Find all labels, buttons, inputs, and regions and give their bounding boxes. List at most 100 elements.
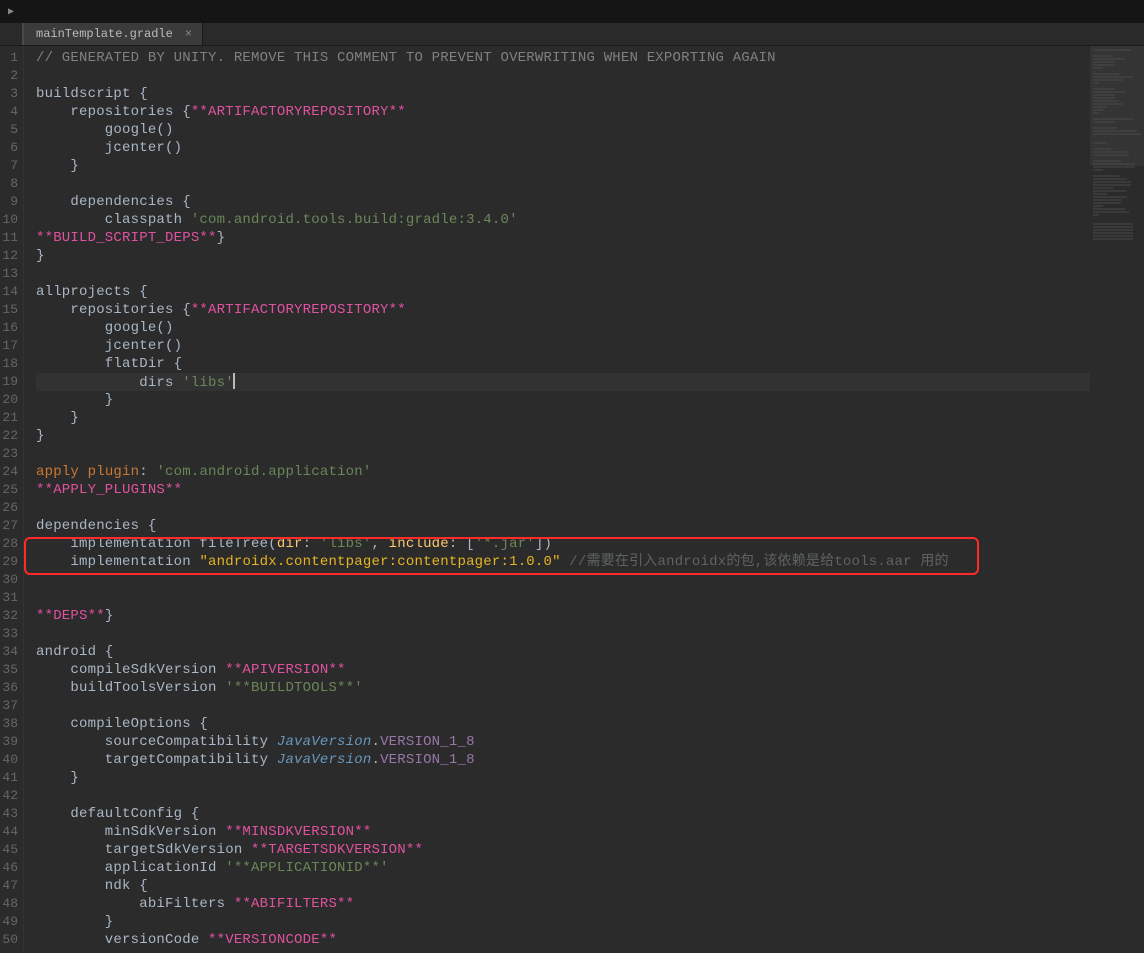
code-line: google() xyxy=(36,121,1090,139)
minimap-line xyxy=(1093,112,1099,114)
line-number: 10 xyxy=(0,211,23,229)
code-line: defaultConfig { xyxy=(36,805,1090,823)
code-line: } xyxy=(36,391,1090,409)
minimap-line xyxy=(1093,73,1119,75)
line-number: 18 xyxy=(0,355,23,373)
tab-label: mainTemplate.gradle xyxy=(36,27,173,41)
line-number: 15 xyxy=(0,301,23,319)
code-line: // GENERATED BY UNITY. REMOVE THIS COMME… xyxy=(36,49,1090,67)
minimap-line xyxy=(1093,130,1137,132)
code-line: } xyxy=(36,247,1090,265)
line-number: 47 xyxy=(0,877,23,895)
code-line: allprojects { xyxy=(36,283,1090,301)
code-line: flatDir { xyxy=(36,355,1090,373)
code-line: android { xyxy=(36,643,1090,661)
line-number: 4 xyxy=(0,103,23,121)
code-line: implementation fileTree(dir: 'libs', inc… xyxy=(36,535,1090,553)
minimap-line xyxy=(1093,229,1133,231)
code-line: apply plugin: 'com.android.application' xyxy=(36,463,1090,481)
code-line: } xyxy=(36,913,1090,931)
minimap-line xyxy=(1093,97,1115,99)
minimap-line xyxy=(1093,232,1133,234)
code-line xyxy=(36,445,1090,463)
line-number: 16 xyxy=(0,319,23,337)
line-number: 28 xyxy=(0,535,23,553)
code-line: } xyxy=(36,427,1090,445)
line-number: 44 xyxy=(0,823,23,841)
code-line xyxy=(36,499,1090,517)
minimap-line xyxy=(1093,238,1133,240)
line-number: 39 xyxy=(0,733,23,751)
code-line xyxy=(36,787,1090,805)
minimap-line xyxy=(1093,235,1133,237)
code-line: implementation "androidx.contentpager:co… xyxy=(36,553,1090,571)
minimap-line xyxy=(1093,190,1127,192)
line-number: 43 xyxy=(0,805,23,823)
code-line: google() xyxy=(36,319,1090,337)
line-number: 38 xyxy=(0,715,23,733)
minimap-line xyxy=(1093,151,1127,153)
line-number: 46 xyxy=(0,859,23,877)
line-number: 35 xyxy=(0,661,23,679)
minimap-line xyxy=(1093,205,1103,207)
code-minimap[interactable] xyxy=(1090,46,1144,953)
line-number: 20 xyxy=(0,391,23,409)
minimap-line xyxy=(1093,181,1131,183)
code-line: jcenter() xyxy=(36,337,1090,355)
minimap-line xyxy=(1093,163,1135,165)
code-line: } xyxy=(36,769,1090,787)
minimap-line xyxy=(1093,64,1115,66)
tab-bar: mainTemplate.gradle × xyxy=(0,23,1144,46)
code-line: dependencies { xyxy=(36,193,1090,211)
line-gutter: 1234567891011121314151617181920212223242… xyxy=(0,46,24,953)
line-number: 6 xyxy=(0,139,23,157)
code-editor[interactable]: // GENERATED BY UNITY. REMOVE THIS COMME… xyxy=(24,46,1090,953)
minimap-line xyxy=(1093,154,1129,156)
minimap-line xyxy=(1093,94,1115,96)
minimap-line xyxy=(1093,178,1127,180)
line-number: 26 xyxy=(0,499,23,517)
minimap-line xyxy=(1093,184,1131,186)
line-number: 17 xyxy=(0,337,23,355)
minimap-line xyxy=(1093,187,1113,189)
minimap-line xyxy=(1093,61,1115,63)
code-line: } xyxy=(36,157,1090,175)
minimap-line xyxy=(1093,76,1133,78)
code-line: repositories {**ARTIFACTORYREPOSITORY** xyxy=(36,103,1090,121)
line-number: 32 xyxy=(0,607,23,625)
line-number: 33 xyxy=(0,625,23,643)
code-line: sourceCompatibility JavaVersion.VERSION_… xyxy=(36,733,1090,751)
line-number: 7 xyxy=(0,157,23,175)
minimap-line xyxy=(1093,79,1123,81)
line-number: 27 xyxy=(0,517,23,535)
line-number: 40 xyxy=(0,751,23,769)
code-line: dirs 'libs' xyxy=(36,373,1090,391)
minimap-line xyxy=(1093,166,1135,168)
line-number: 50 xyxy=(0,931,23,949)
code-line xyxy=(36,625,1090,643)
line-number: 5 xyxy=(0,121,23,139)
minimap-line xyxy=(1093,202,1121,204)
line-number: 36 xyxy=(0,679,23,697)
run-icon[interactable]: ▶ xyxy=(0,0,22,23)
close-icon[interactable]: × xyxy=(185,27,192,41)
minimap-line xyxy=(1093,109,1103,111)
minimap-line xyxy=(1093,175,1119,177)
minimap-line xyxy=(1093,88,1115,90)
tab-main-template[interactable]: mainTemplate.gradle × xyxy=(22,23,203,45)
minimap-line xyxy=(1093,58,1125,60)
code-line xyxy=(36,265,1090,283)
line-number: 8 xyxy=(0,175,23,193)
minimap-line xyxy=(1093,169,1103,171)
line-number: 1 xyxy=(0,49,23,67)
line-number: 14 xyxy=(0,283,23,301)
line-number: 30 xyxy=(0,571,23,589)
minimap-line xyxy=(1093,103,1123,105)
code-line: **DEPS**} xyxy=(36,607,1090,625)
code-line: **APPLY_PLUGINS** xyxy=(36,481,1090,499)
line-number: 41 xyxy=(0,769,23,787)
line-number: 29 xyxy=(0,553,23,571)
line-number: 9 xyxy=(0,193,23,211)
minimap-line xyxy=(1093,223,1133,225)
code-line: buildToolsVersion '**BUILDTOOLS**' xyxy=(36,679,1090,697)
